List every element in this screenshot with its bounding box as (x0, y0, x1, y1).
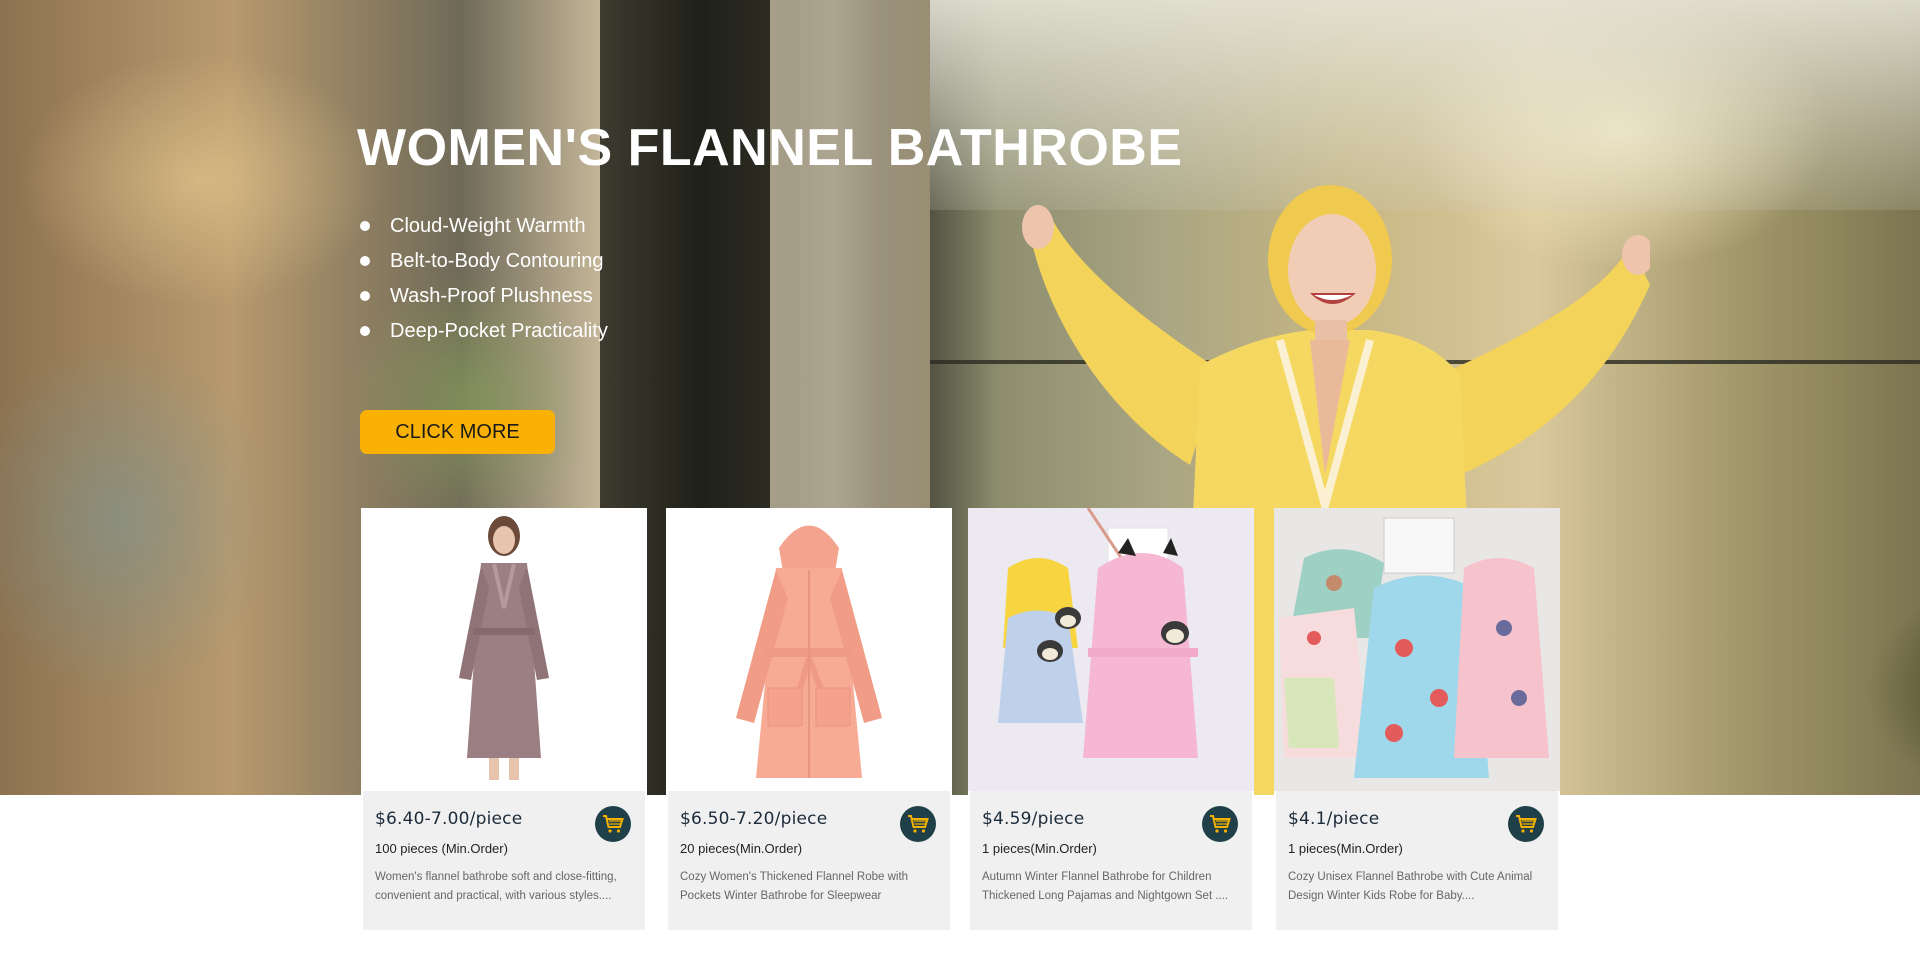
product-description[interactable]: Cozy Women's Thickened Flannel Robe with… (680, 868, 938, 908)
product-info: $6.40-7.00/piece 100 pieces (Min.Order) … (363, 791, 645, 930)
min-order: 1 pieces(Min.Order) (982, 841, 1097, 856)
bullet-icon (360, 255, 370, 266)
product-card[interactable]: $6.50-7.20/piece 20 pieces(Min.Order) Co… (666, 508, 952, 930)
feature-item: Cloud-Weight Warmth (360, 208, 608, 243)
feature-label: Wash-Proof Plushness (390, 284, 593, 307)
product-card[interactable]: $4.1/piece 1 pieces(Min.Order) Cozy Unis… (1274, 508, 1560, 930)
bullet-icon (360, 220, 370, 231)
bullet-icon (360, 290, 370, 301)
shopping-cart-icon (1210, 815, 1231, 833)
product-price: $6.40-7.00/piece (375, 809, 523, 829)
add-to-cart-button[interactable] (595, 806, 631, 842)
bullet-icon (360, 325, 370, 336)
min-order: 20 pieces(Min.Order) (680, 841, 803, 856)
feature-label: Cloud-Weight Warmth (390, 214, 586, 237)
feature-list: Cloud-Weight Warmth Belt-to-Body Contour… (360, 208, 608, 348)
min-order: 100 pieces (Min.Order) (375, 841, 508, 856)
feature-label: Belt-to-Body Contouring (390, 249, 604, 272)
min-order: 1 pieces(Min.Order) (1288, 841, 1403, 856)
feature-item: Wash-Proof Plushness (360, 278, 608, 313)
product-image-unisex-printed-robes[interactable] (1274, 508, 1560, 791)
product-price: $6.50-7.20/piece (680, 809, 828, 829)
add-to-cart-button[interactable] (1508, 806, 1544, 842)
product-image-pink-hooded-robe[interactable] (666, 508, 952, 791)
add-to-cart-button[interactable] (900, 806, 936, 842)
add-to-cart-button[interactable] (1202, 806, 1238, 842)
shopping-cart-icon (1516, 815, 1537, 833)
product-image-womens-robe[interactable] (361, 508, 647, 791)
feature-item: Deep-Pocket Practicality (360, 313, 608, 348)
click-more-button[interactable]: CLICK MORE (360, 410, 555, 454)
product-description[interactable]: Women's flannel bathrobe soft and close-… (375, 868, 633, 908)
product-info: $6.50-7.20/piece 20 pieces(Min.Order) Co… (668, 791, 950, 930)
feature-item: Belt-to-Body Contouring (360, 243, 608, 278)
product-description[interactable]: Autumn Winter Flannel Bathrobe for Child… (982, 868, 1240, 908)
product-card[interactable]: $6.40-7.00/piece 100 pieces (Min.Order) … (361, 508, 647, 930)
product-card[interactable]: $4.59/piece 1 pieces(Min.Order) Autumn W… (968, 508, 1254, 930)
product-info: $4.1/piece 1 pieces(Min.Order) Cozy Unis… (1276, 791, 1558, 930)
feature-label: Deep-Pocket Practicality (390, 319, 608, 342)
shopping-cart-icon (908, 815, 929, 833)
hero-title: WOMEN'S FLANNEL BATHROBE (357, 119, 1183, 177)
product-description[interactable]: Cozy Unisex Flannel Bathrobe with Cute A… (1288, 868, 1546, 908)
product-info: $4.59/piece 1 pieces(Min.Order) Autumn W… (970, 791, 1252, 930)
shopping-cart-icon (603, 815, 624, 833)
product-price: $4.1/piece (1288, 809, 1380, 829)
product-price: $4.59/piece (982, 809, 1085, 829)
product-image-kids-animal-robes[interactable] (968, 508, 1254, 791)
